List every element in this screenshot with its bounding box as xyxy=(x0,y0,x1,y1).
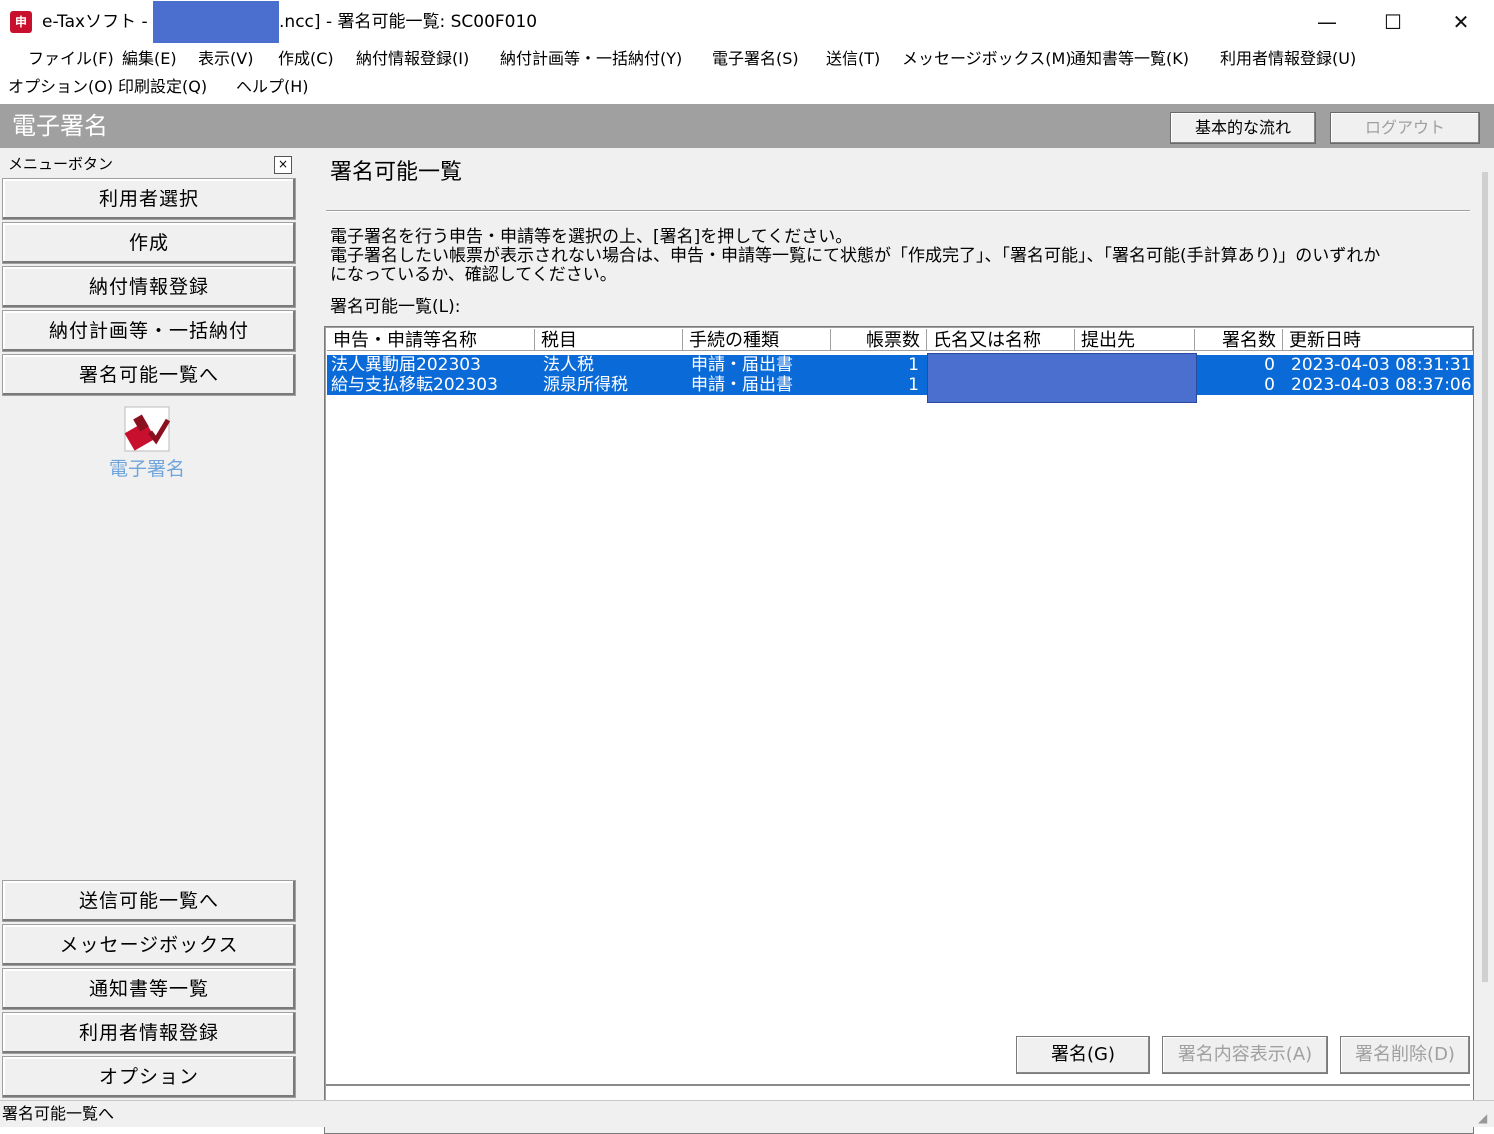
menu-file[interactable]: ファイル(F) xyxy=(28,44,114,74)
menu-message-box[interactable]: メッセージボックス(M) xyxy=(902,44,1072,74)
menu-bar: ファイル(F) 編集(E) 表示(V) 作成(C) 納付情報登録(I) 納付計画… xyxy=(0,44,1494,104)
resize-grip-icon[interactable]: ◢ xyxy=(1478,1111,1492,1125)
instruction-line: 電子署名したい帳票が表示されない場合は、申告・申請等一覧にて状態が「作成完了」、… xyxy=(330,246,1381,266)
sidebar-sendable-list-button[interactable]: 送信可能一覧へ xyxy=(2,880,296,922)
status-text: 署名可能一覧へ xyxy=(2,1104,115,1123)
cell-name: 給与支払移転202303 xyxy=(331,375,498,395)
cell-updated: 2023-04-03 08:31:31 xyxy=(1291,355,1472,375)
main-panel: 署名可能一覧 電子署名を行う申告・申請等を選択の上、[署名]を押してください。 … xyxy=(300,148,1494,1134)
column-header-sign-count[interactable]: 署名数 xyxy=(1195,329,1283,351)
list-header: 申告・申請等名称 税目 手続の種類 帳票数 氏名又は名称 提出先 署名数 更新日… xyxy=(327,329,1473,353)
menu-sidebar: メニューボタン × 利用者選択 作成 納付情報登録 納付計画等・一括納付 署名可… xyxy=(0,148,300,1100)
sidebar-user-select-button[interactable]: 利用者選択 xyxy=(2,178,296,220)
column-header-destination[interactable]: 提出先 xyxy=(1075,329,1195,351)
bottom-divider xyxy=(326,1084,1470,1086)
cell-forms: 1 xyxy=(908,375,919,395)
column-header-forms[interactable]: 帳票数 xyxy=(831,329,927,351)
menu-signature[interactable]: 電子署名(S) xyxy=(712,44,799,74)
cell-procedure: 申請・届出書 xyxy=(691,375,793,395)
list-label: 署名可能一覧(L): xyxy=(330,297,461,317)
sidebar-notices-button[interactable]: 通知書等一覧 xyxy=(2,968,296,1010)
page-title: 署名可能一覧 xyxy=(330,160,463,185)
close-button[interactable]: ✕ xyxy=(1428,0,1494,44)
column-header-procedure[interactable]: 手続の種類 xyxy=(683,329,831,351)
cell-procedure: 申請・届出書 xyxy=(691,355,793,375)
title-bar: 申 e-Taxソフト - .ncc] - 署名可能一覧: SC00F010 — … xyxy=(0,0,1494,44)
sidebar-close-icon[interactable]: × xyxy=(274,156,292,174)
redacted-filename xyxy=(153,1,280,43)
instruction-line: 電子署名を行う申告・申請等を選択の上、[署名]を押してください。 xyxy=(330,227,853,247)
delete-signature-button[interactable]: 署名削除(D) xyxy=(1340,1036,1470,1074)
cell-sign-count: 0 xyxy=(1264,355,1275,375)
cell-sign-count: 0 xyxy=(1264,375,1275,395)
sidebar-signable-list-button[interactable]: 署名可能一覧へ xyxy=(2,354,296,396)
table-row[interactable]: 給与支払移転202303 源泉所得税 申請・届出書 1 0 2023-04-03… xyxy=(327,375,1473,395)
window-title-prefix: e-Taxソフト - xyxy=(42,12,148,32)
basic-flow-button[interactable]: 基本的な流れ xyxy=(1170,112,1316,144)
cell-updated: 2023-04-03 08:37:06 xyxy=(1291,375,1472,395)
menu-help[interactable]: ヘルプ(H) xyxy=(236,72,309,102)
screen-header: 電子署名 基本的な流れ ログアウト xyxy=(0,104,1494,148)
sidebar-message-box-button[interactable]: メッセージボックス xyxy=(2,924,296,966)
sidebar-options-button[interactable]: オプション xyxy=(2,1056,296,1098)
instruction-line: になっているか、確認してください。 xyxy=(330,265,617,285)
menu-options[interactable]: オプション(O) xyxy=(8,72,113,102)
stamp-icon[interactable] xyxy=(124,406,170,452)
sidebar-payment-plan-button[interactable]: 納付計画等・一括納付 xyxy=(2,310,296,352)
sidebar-header: メニューボタン xyxy=(8,155,114,173)
column-header-name[interactable]: 申告・申請等名称 xyxy=(327,329,535,351)
logout-button[interactable]: ログアウト xyxy=(1330,112,1480,144)
sign-button[interactable]: 署名(G) xyxy=(1016,1036,1150,1074)
title-divider xyxy=(326,210,1470,212)
menu-print-settings[interactable]: 印刷設定(Q) xyxy=(118,72,207,102)
menu-user-info[interactable]: 利用者情報登録(U) xyxy=(1220,44,1356,74)
window-title: e-Taxソフト - .ncc] - 署名可能一覧: SC00F010 xyxy=(42,1,538,43)
redacted-cells xyxy=(927,353,1197,403)
column-header-person[interactable]: 氏名又は名称 xyxy=(927,329,1075,351)
window-title-suffix: .ncc] - 署名可能一覧: SC00F010 xyxy=(279,12,538,32)
minimize-button[interactable]: — xyxy=(1294,0,1360,44)
column-header-updated[interactable]: 更新日時 xyxy=(1283,329,1473,351)
app-icon: 申 xyxy=(10,11,32,33)
sidebar-payment-info-button[interactable]: 納付情報登録 xyxy=(2,266,296,308)
status-bar: 署名可能一覧へ ◢ xyxy=(0,1100,1494,1127)
table-row[interactable]: 法人異動届202303 法人税 申請・届出書 1 0 2023-04-03 08… xyxy=(327,355,1473,375)
menu-payment-info[interactable]: 納付情報登録(I) xyxy=(356,44,469,74)
vertical-scrollbar[interactable] xyxy=(1482,172,1488,982)
cell-tax: 法人税 xyxy=(543,355,594,375)
sidebar-create-button[interactable]: 作成 xyxy=(2,222,296,264)
column-header-tax[interactable]: 税目 xyxy=(535,329,683,351)
sidebar-user-info-button[interactable]: 利用者情報登録 xyxy=(2,1012,296,1054)
signable-list[interactable]: 申告・申請等名称 税目 手続の種類 帳票数 氏名又は名称 提出先 署名数 更新日… xyxy=(324,326,1474,1134)
menu-view[interactable]: 表示(V) xyxy=(198,44,253,74)
screen-title: 電子署名 xyxy=(12,112,108,140)
show-signature-button[interactable]: 署名内容表示(A) xyxy=(1162,1036,1328,1074)
instructions: 電子署名を行う申告・申請等を選択の上、[署名]を押してください。 電子署名したい… xyxy=(330,228,1470,285)
stamp-label: 電子署名 xyxy=(108,458,185,480)
maximize-button[interactable]: ☐ xyxy=(1360,0,1426,44)
cell-forms: 1 xyxy=(908,355,919,375)
menu-send[interactable]: 送信(T) xyxy=(826,44,880,74)
cell-name: 法人異動届202303 xyxy=(331,355,481,375)
menu-create[interactable]: 作成(C) xyxy=(278,44,334,74)
menu-payment-plan[interactable]: 納付計画等・一括納付(Y) xyxy=(500,44,682,74)
cell-tax: 源泉所得税 xyxy=(543,375,628,395)
menu-edit[interactable]: 編集(E) xyxy=(122,44,177,74)
menu-notices[interactable]: 通知書等一覧(K) xyxy=(1070,44,1189,74)
